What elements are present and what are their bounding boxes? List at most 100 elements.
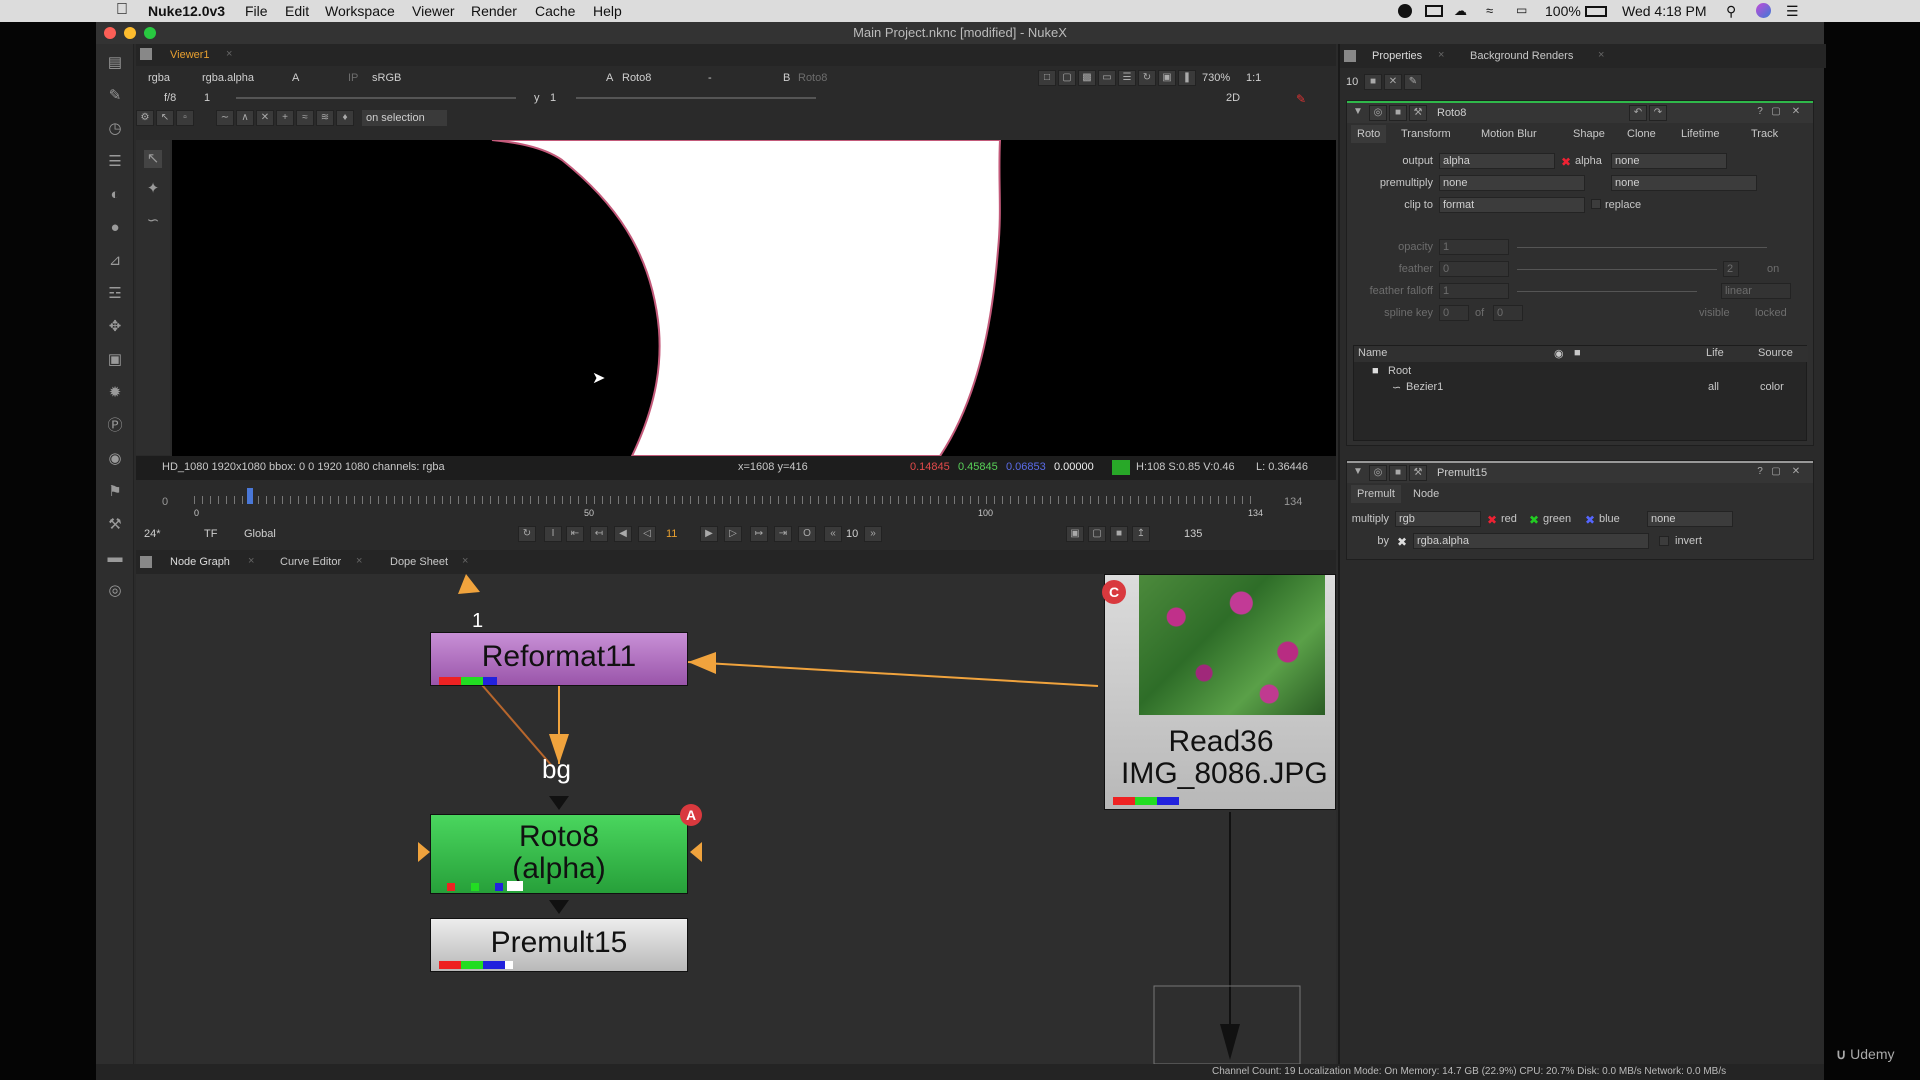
selection-mode-dropdown[interactable]: on selection — [362, 110, 447, 126]
step-forward-icon[interactable]: » — [864, 526, 882, 542]
timeline-track[interactable] — [194, 496, 1258, 504]
roto-input-arrow-left[interactable] — [418, 842, 430, 862]
tab-clone[interactable]: Clone — [1627, 125, 1656, 143]
overlay-icon[interactable]: ▭ — [1098, 70, 1116, 86]
pin-icon[interactable]: ⚒ — [1409, 105, 1427, 121]
fstop-value[interactable]: f/8 — [164, 90, 176, 106]
by-channel-dropdown[interactable]: rgba.alpha — [1413, 533, 1649, 549]
draw-tool-icon[interactable]: ✎ — [106, 87, 124, 105]
global-dropdown[interactable]: Global — [244, 526, 276, 542]
pin-icon[interactable]: ⚒ — [1409, 465, 1427, 481]
image-tool-icon[interactable]: ▤ — [106, 54, 124, 72]
menu-workspace[interactable]: Workspace — [325, 3, 395, 19]
pause-icon[interactable]: ❚ — [1178, 70, 1196, 86]
premultiply-dropdown[interactable]: none — [1439, 175, 1585, 191]
panel-menu-icon[interactable] — [140, 48, 152, 60]
record-icon[interactable] — [1398, 4, 1412, 18]
input-a-dropdown[interactable]: A — [292, 70, 299, 86]
multiply-dropdown[interactable]: rgb — [1395, 511, 1481, 527]
col-lock-icon[interactable]: ■ — [1574, 347, 1581, 359]
tab-curve-editor[interactable]: Curve Editor — [280, 553, 341, 571]
extra-channel-dropdown[interactable]: none — [1647, 511, 1733, 527]
metadata-tool-icon[interactable]: ⚑ — [106, 483, 124, 501]
by-checkbox[interactable]: ✖ — [1397, 535, 1407, 549]
viewer-canvas[interactable]: ➤ — [172, 140, 1336, 456]
minimize-window-button[interactable] — [124, 27, 136, 39]
other-tool-icon[interactable]: ▬ — [106, 549, 124, 567]
composite-op-dropdown[interactable]: - — [708, 70, 712, 86]
spline-key-field[interactable]: 0 — [1439, 305, 1469, 321]
panel-menu-icon[interactable] — [1344, 50, 1356, 62]
feather-field[interactable]: 0 — [1439, 261, 1509, 277]
filter-tool-icon[interactable]: ● — [106, 219, 124, 237]
time-tool-icon[interactable]: ◷ — [106, 120, 124, 138]
shapes-table-row[interactable]: ■ Root — [1354, 364, 1808, 380]
in-point-icon[interactable]: I — [544, 526, 562, 542]
lut-dropdown[interactable]: sRGB — [372, 70, 401, 86]
search-icon[interactable]: ⚲ — [1726, 3, 1736, 20]
close-panel-icon[interactable]: ✕ — [1787, 105, 1805, 121]
wifi-icon[interactable]: ≈ — [1486, 3, 1493, 18]
collapse-icon[interactable]: ▼ — [1349, 465, 1367, 481]
select-tool-icon[interactable]: ↖ — [144, 150, 162, 168]
control-center-icon[interactable]: ☰ — [1786, 3, 1799, 20]
close-panel-icon[interactable]: ✕ — [1787, 465, 1805, 481]
wipe-icon[interactable]: ▩ — [1078, 70, 1096, 86]
flipbook-icon[interactable]: ▣ — [1066, 526, 1084, 542]
siri-icon[interactable] — [1756, 3, 1771, 18]
cusp-icon[interactable]: ∧ — [236, 110, 254, 126]
zoom-dropdown[interactable]: 730% — [1202, 70, 1230, 86]
tab-track[interactable]: Track — [1751, 125, 1778, 143]
export-icon[interactable]: ↥ — [1132, 526, 1150, 542]
fps-dropdown[interactable]: 24* — [144, 526, 161, 542]
channel-dropdown[interactable]: rgba.alpha — [202, 70, 254, 86]
col-visibility-icon[interactable]: ◉ — [1554, 347, 1564, 360]
reformat-node[interactable]: Reformat11 — [430, 632, 688, 686]
prev-frame-icon[interactable]: ◀ — [614, 526, 632, 542]
feather-icon[interactable]: ≈ — [296, 110, 314, 126]
views-tool-icon[interactable]: ◉ — [106, 450, 124, 468]
opacity-slider[interactable] — [1517, 247, 1767, 248]
gamma-value[interactable]: 1 — [550, 90, 556, 106]
opacity-field[interactable]: 1 — [1439, 239, 1509, 255]
last-frame-icon[interactable]: ⇥ — [774, 526, 792, 542]
menu-edit[interactable]: Edit — [285, 3, 309, 19]
menu-help[interactable]: Help — [593, 3, 622, 19]
next-frame-icon[interactable]: ▷ — [724, 526, 742, 542]
node-color-icon[interactable]: ■ — [1389, 105, 1407, 121]
collapse-icon[interactable]: ▼ — [1349, 105, 1367, 121]
roi-icon[interactable]: □ — [1038, 70, 1056, 86]
a-node-dropdown[interactable]: Roto8 — [622, 70, 651, 86]
app-menu[interactable]: Nuke12.0v3 — [148, 3, 225, 19]
viewer-toggle-icon[interactable]: ◎ — [1369, 465, 1387, 481]
tab-premult[interactable]: Premult — [1351, 485, 1401, 503]
redo-icon[interactable]: ↷ — [1649, 105, 1667, 121]
tab-properties[interactable]: Properties — [1372, 47, 1422, 65]
tab-background-renders[interactable]: Background Renders — [1470, 47, 1573, 65]
toolsets-tool-icon[interactable]: ⚒ — [106, 516, 124, 534]
prev-key-icon[interactable]: ↤ — [590, 526, 608, 542]
furnace-tool-icon[interactable]: ◎ — [106, 582, 124, 600]
play-icon[interactable]: ▶ — [700, 526, 718, 542]
col-name[interactable]: Name — [1358, 347, 1387, 359]
tab-node-graph[interactable]: Node Graph — [170, 553, 230, 571]
next-key-icon[interactable]: ↦ — [750, 526, 768, 542]
clock[interactable]: Wed 4:18 PM — [1622, 3, 1707, 19]
edit-icon[interactable]: ✎ — [1404, 74, 1422, 90]
point-icon[interactable]: ▫ — [176, 110, 194, 126]
node-color-icon[interactable]: ■ — [1389, 465, 1407, 481]
falloff-slider[interactable] — [1517, 291, 1697, 292]
step-field[interactable]: 10 — [846, 526, 858, 542]
ip-button[interactable]: IP — [348, 70, 358, 86]
red-checkbox[interactable]: ✖ — [1487, 513, 1497, 527]
close-tab-icon[interactable]: × — [356, 555, 362, 567]
view-mode-dropdown[interactable]: 2D — [1226, 90, 1240, 106]
clear-panels-icon[interactable]: ✕ — [1384, 74, 1402, 90]
out-point-icon[interactable]: O — [798, 526, 816, 542]
channel-tool-icon[interactable]: ☰ — [106, 153, 124, 171]
falloff-type-dropdown[interactable]: linear — [1721, 283, 1791, 299]
roto-input-arrow-right[interactable] — [690, 842, 702, 862]
transform-icon[interactable]: ↖ — [156, 110, 174, 126]
gamma-slider[interactable] — [576, 97, 816, 99]
guides-icon[interactable]: ☰ — [1118, 70, 1136, 86]
